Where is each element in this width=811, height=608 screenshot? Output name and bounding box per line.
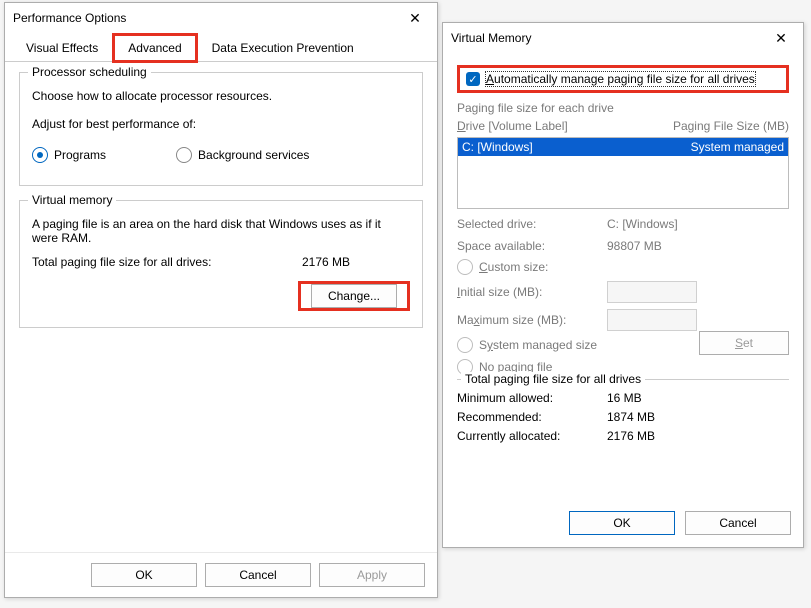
auto-manage-highlight: Automatically manage paging file size fo… — [457, 65, 789, 93]
space-row: Space available: 98807 MB — [457, 239, 789, 253]
total-value: 2176 MB — [302, 255, 350, 269]
po-tabstrip: Visual Effects Advanced Data Execution P… — [5, 33, 437, 62]
vm-title-bar[interactable]: Virtual Memory ✕ — [443, 23, 803, 53]
apply-button[interactable]: Apply — [319, 563, 425, 587]
virtual-memory-window: Virtual Memory ✕ Automatically manage pa… — [442, 22, 804, 548]
proc-radio-group: Programs Background services — [32, 141, 410, 169]
radio-bg-row[interactable]: Background services — [176, 147, 309, 163]
rec-row: Recommended: 1874 MB — [457, 410, 789, 424]
selected-drive-value: C: [Windows] — [607, 217, 678, 231]
virtual-memory-group: Virtual memory A paging file is an area … — [19, 200, 423, 328]
change-button[interactable]: Change... — [311, 284, 397, 308]
adjust-label: Adjust for best performance of: — [32, 117, 410, 131]
processor-scheduling-group: Processor scheduling Choose how to alloc… — [19, 72, 423, 186]
radio-programs-label: Programs — [54, 148, 106, 162]
vm-footer: OK Cancel — [443, 499, 803, 547]
totals-group: Total paging file size for all drives Mi… — [457, 379, 789, 448]
close-icon[interactable]: ✕ — [393, 3, 437, 33]
drive-group-title: Paging file size for each drive — [457, 101, 789, 115]
vm-body: Automatically manage paging file size fo… — [443, 53, 803, 499]
proc-desc: Choose how to allocate processor resourc… — [32, 89, 410, 103]
drive-header: Drive [Volume Label] Paging File Size (M… — [457, 119, 789, 133]
space-value: 98807 MB — [607, 239, 662, 253]
drive-list[interactable]: C: [Windows] System managed — [457, 137, 789, 209]
space-label: Space available: — [457, 239, 607, 253]
rec-value: 1874 MB — [607, 410, 655, 424]
set-button: Set — [699, 331, 789, 355]
initial-size-label: Initial size (MB): — [457, 285, 607, 299]
radio-system-managed — [457, 337, 473, 353]
radio-bg-label: Background services — [198, 148, 309, 162]
totals-title: Total paging file size for all drives — [461, 372, 645, 386]
custom-size-row: Custom size: — [457, 259, 789, 275]
min-value: 16 MB — [607, 391, 642, 405]
auto-manage-row[interactable]: Automatically manage paging file size fo… — [466, 72, 780, 86]
col-drive: Drive [Volume Label] — [457, 119, 673, 133]
auto-manage-checkbox[interactable] — [466, 72, 480, 86]
auto-manage-label: Automatically manage paging file size fo… — [486, 72, 755, 86]
cur-value: 2176 MB — [607, 429, 655, 443]
drive-group: Paging file size for each drive Drive [V… — [457, 97, 789, 355]
min-label: Minimum allowed: — [457, 391, 607, 405]
cur-label: Currently allocated: — [457, 429, 607, 443]
radio-custom-size — [457, 259, 473, 275]
radio-programs-row[interactable]: Programs — [32, 147, 106, 163]
rec-label: Recommended: — [457, 410, 607, 424]
radio-background-services[interactable] — [176, 147, 192, 163]
cancel-button[interactable]: Cancel — [685, 511, 791, 535]
po-title: Performance Options — [13, 11, 126, 25]
col-size: Paging File Size (MB) — [673, 119, 789, 133]
initial-size-input — [607, 281, 697, 303]
ok-button[interactable]: OK — [569, 511, 675, 535]
proc-group-title: Processor scheduling — [28, 65, 151, 79]
drive-row-label: C: [Windows] — [462, 140, 691, 154]
vm-title: Virtual Memory — [451, 31, 531, 45]
tab-dep[interactable]: Data Execution Prevention — [197, 34, 369, 62]
max-size-input — [607, 309, 697, 331]
po-footer: OK Cancel Apply — [5, 552, 437, 597]
cur-row: Currently allocated: 2176 MB — [457, 429, 789, 443]
radio-programs[interactable] — [32, 147, 48, 163]
system-managed-label: System managed size — [479, 338, 597, 352]
custom-size-label: Custom size: — [479, 260, 548, 274]
max-size-label: Maximum size (MB): — [457, 313, 607, 327]
vm-group-title: Virtual memory — [28, 193, 116, 207]
ok-button[interactable]: OK — [91, 563, 197, 587]
tab-visual-effects[interactable]: Visual Effects — [11, 34, 113, 62]
po-title-bar[interactable]: Performance Options ✕ — [5, 3, 437, 33]
performance-options-window: Performance Options ✕ Visual Effects Adv… — [4, 2, 438, 598]
close-icon[interactable]: ✕ — [759, 23, 803, 53]
vm-desc: A paging file is an area on the hard dis… — [32, 217, 410, 245]
selected-drive-row: Selected drive: C: [Windows] — [457, 217, 789, 231]
total-label: Total paging file size for all drives: — [32, 255, 211, 269]
max-size-row: Maximum size (MB): — [457, 309, 789, 331]
tab-advanced[interactable]: Advanced — [113, 34, 196, 62]
initial-size-row: Initial size (MB): — [457, 281, 789, 303]
cancel-button[interactable]: Cancel — [205, 563, 311, 587]
change-highlight: Change... — [298, 281, 410, 311]
min-row: Minimum allowed: 16 MB — [457, 391, 789, 405]
total-row: Total paging file size for all drives: 2… — [32, 255, 410, 269]
drive-row-size: System managed — [691, 140, 784, 154]
selected-drive-label: Selected drive: — [457, 217, 607, 231]
po-body: Processor scheduling Choose how to alloc… — [5, 62, 437, 552]
drive-row-c[interactable]: C: [Windows] System managed — [458, 138, 788, 156]
